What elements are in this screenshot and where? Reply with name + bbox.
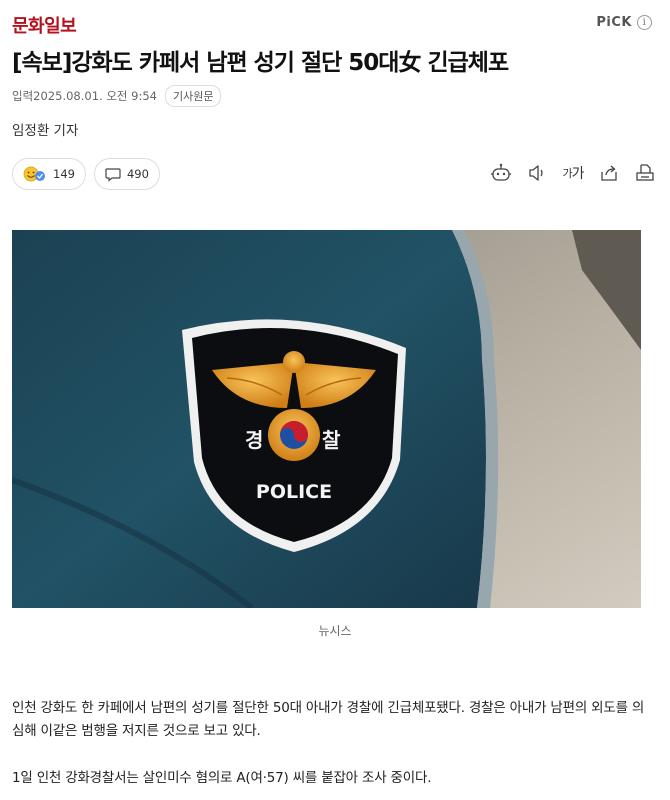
- date-value: 2025.08.01. 오전 9:54: [33, 89, 157, 103]
- body-paragraph: 1일 인천 강화경찰서는 살인미수 혐의로 A(여·57) 씨를 붙잡아 조사 …: [12, 770, 432, 786]
- speaker-icon[interactable]: [526, 162, 548, 184]
- font-small-label: 가: [562, 167, 572, 180]
- date-info: 입력2025.08.01. 오전 9:54: [12, 88, 157, 104]
- emotion-count: 149: [53, 167, 75, 181]
- font-big-label: 가: [571, 166, 585, 182]
- reactions-bar: 149 490: [12, 158, 160, 190]
- article-meta: 입력2025.08.01. 오전 9:54 기사원문: [12, 85, 222, 107]
- date-label: 입력: [12, 89, 34, 103]
- comment-count: 490: [126, 167, 149, 181]
- emotion-icon: [23, 166, 47, 182]
- original-article-button[interactable]: 기사원문: [164, 85, 222, 107]
- reporter-name[interactable]: 임정환 기자: [12, 119, 78, 139]
- article-photo: 경 찰 POLICE: [12, 230, 641, 608]
- robot-summary-icon[interactable]: [490, 162, 512, 184]
- press-logo[interactable]: 문화일보: [12, 12, 77, 38]
- patch-police-text: POLICE: [256, 481, 332, 503]
- article-headline: [속보]강화도 카페서 남편 성기 절단 50대女 긴급체포: [12, 50, 509, 76]
- comment-button[interactable]: 490: [93, 158, 160, 190]
- info-icon[interactable]: i: [637, 15, 652, 30]
- patch-left-char: 경: [245, 428, 263, 452]
- print-icon[interactable]: [634, 162, 656, 184]
- share-icon[interactable]: [598, 162, 620, 184]
- top-bar: 문화일보 PiCK i: [12, 8, 652, 40]
- comment-icon: [105, 166, 121, 182]
- article-tools: 가가: [490, 162, 656, 184]
- patch-right-char: 찰: [322, 428, 341, 452]
- emotion-button[interactable]: 149: [12, 158, 86, 190]
- article-body: 인천 강화도 한 카페에서 남편의 성기를 절단한 50대 아내가 경찰에 긴급…: [12, 697, 656, 800]
- font-size-icon[interactable]: 가가: [562, 162, 584, 184]
- body-paragraph: 인천 강화도 한 카페에서 남편의 성기를 절단한 50대 아내가 경찰에 긴급…: [12, 700, 645, 739]
- photo-caption: 뉴시스: [318, 624, 352, 638]
- pick-label: PiCK: [596, 15, 632, 30]
- pick-badge[interactable]: PiCK i: [596, 15, 652, 30]
